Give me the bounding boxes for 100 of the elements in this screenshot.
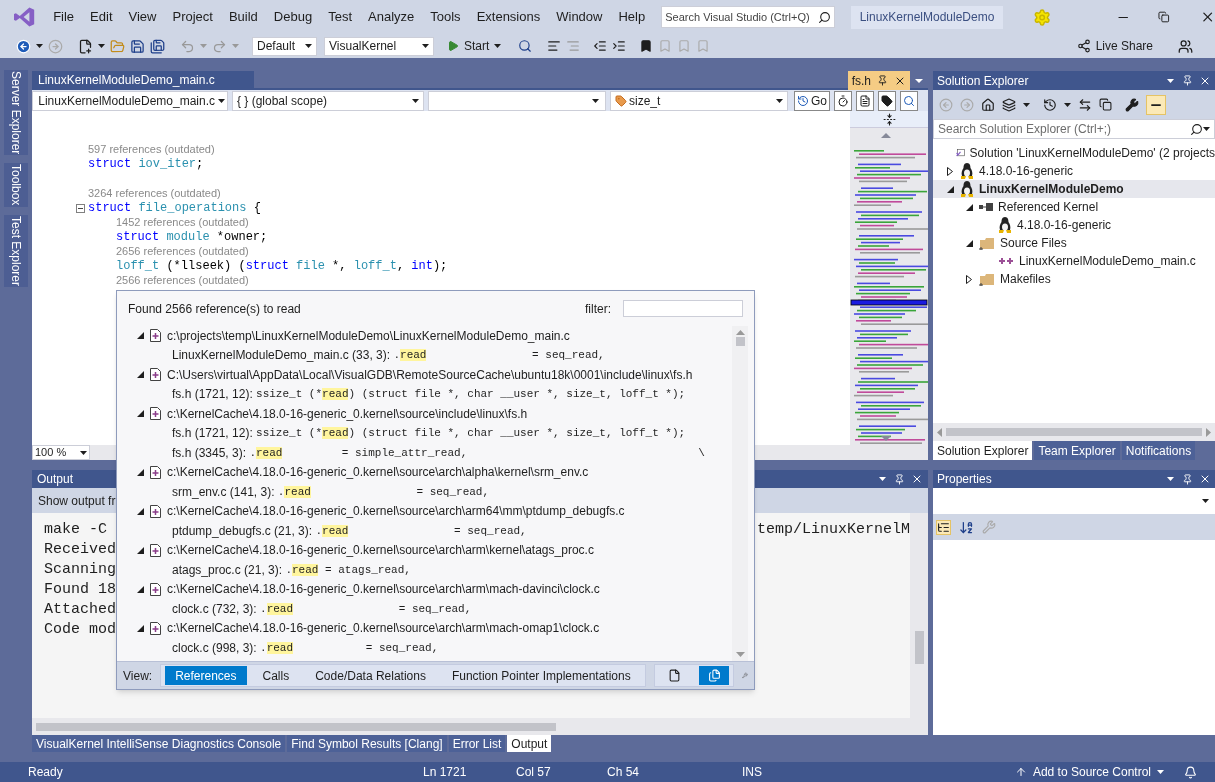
collapse-box-icon[interactable] — [76, 203, 85, 213]
search-field[interactable]: Search Visual Studio (Ctrl+Q) — [661, 6, 835, 28]
expanded-arrow-icon[interactable] — [137, 546, 144, 554]
tree-item[interactable]: 4.18.0-16-generic — [933, 162, 1215, 180]
reference-location[interactable]: ptdump_debugfs.c (21, 3): — [172, 521, 316, 540]
tree-item[interactable]: LinuxKernelModuleDemo — [933, 180, 1215, 198]
tree-item[interactable]: Solution 'LinuxKernelModuleDemo' (2 projects — [933, 144, 1215, 162]
file-path[interactable]: c:\KernelCache\4.18.0-16-generic_0.kernel\source\arch\arm64\mm\ptdump_debugfs.c — [167, 502, 625, 521]
outdent-icon[interactable] — [593, 39, 608, 53]
reference-location[interactable]: fs.h (3345, 3): — [172, 443, 250, 462]
collapsed-arrow-icon[interactable] — [966, 274, 972, 284]
file-path[interactable]: c:\KernelCache\4.18.0-16-generic_0.kernel\source\arch\arm\mach-omap1\clock.c — [167, 619, 600, 638]
zoom-dropdown[interactable]: 100 % — [32, 445, 90, 460]
save-all-icon[interactable] — [150, 38, 165, 54]
reference-count-lens[interactable]: 597 references (outdated) — [88, 141, 215, 158]
document-tab[interactable]: LinuxKernelModuleDemo_main.c — [32, 71, 254, 88]
source-control-button[interactable]: Add to Source Control — [1014, 763, 1164, 781]
reference-location[interactable]: fs.h (1721, 12): — [172, 424, 257, 443]
panel-tab[interactable]: Find Symbol Results [Clang] — [287, 735, 447, 752]
sync-icon[interactable] — [1078, 97, 1092, 112]
file-path[interactable]: c:\projects\temp\LinuxKernelModuleDemo\LinuxKernelModuleDemo_main.c — [167, 326, 570, 345]
go-button[interactable]: Go — [794, 90, 830, 111]
expanded-arrow-icon[interactable] — [137, 332, 144, 340]
view-tab[interactable]: Calls — [252, 666, 300, 685]
restore-icon[interactable] — [1158, 11, 1170, 23]
file-path[interactable]: C:\Users\virtual\AppData\Local\VisualGDB\RemoteSourceCache\ubuntu18k\0001\include\linux\fs.h — [167, 365, 693, 384]
expanded-arrow-icon[interactable] — [965, 239, 973, 247]
reference-location[interactable]: clock.c (998, 3): — [172, 638, 261, 657]
reference-count-lens[interactable]: 2656 references (outdated) — [116, 243, 249, 260]
side-tab[interactable]: Test Explorer — [4, 214, 28, 287]
panel-tab[interactable]: Error List — [448, 735, 506, 752]
reference-location[interactable]: srm_env.c (141, 3): — [172, 482, 278, 501]
save-icon[interactable] — [130, 38, 145, 54]
reference-code[interactable]: ssize_t (*read) (struct file *, char __user *, size_t, loff_t *); — [256, 425, 686, 442]
reference-location[interactable]: fs.h (1721, 12): — [172, 385, 257, 404]
menu-item[interactable]: File — [45, 6, 83, 28]
tag-icon[interactable] — [878, 90, 896, 111]
menu-item[interactable]: Edit — [82, 6, 121, 28]
close-icon[interactable] — [911, 473, 923, 485]
panel-tab[interactable]: Team Explorer — [1034, 441, 1120, 460]
split-icon[interactable] — [882, 112, 896, 126]
search-field[interactable]: Search Solution Explorer (Ctrl+;) — [933, 119, 1215, 139]
vertical-scrollbar[interactable] — [732, 326, 748, 661]
properties-icon[interactable] — [1125, 97, 1139, 112]
vertical-scrollbar[interactable] — [910, 513, 928, 718]
panel-tab[interactable]: Notifications — [1121, 441, 1196, 460]
align-left-icon[interactable] — [547, 39, 562, 53]
expanded-arrow-icon[interactable] — [946, 185, 954, 193]
reference-code[interactable]: .read = seq_read, — [393, 347, 605, 364]
tree-item[interactable]: Source Files — [933, 234, 1215, 252]
account-icon[interactable] — [1178, 38, 1193, 54]
indent-icon[interactable] — [612, 39, 627, 53]
menu-item[interactable]: Tools — [422, 6, 469, 28]
tree-item[interactable]: Makefiles — [933, 270, 1215, 288]
menu-item[interactable]: Test — [320, 6, 360, 28]
tree-item[interactable]: 4.18.0-16-generic — [933, 216, 1215, 234]
panel-tab[interactable]: Output — [507, 735, 552, 752]
menu-item[interactable]: Debug — [265, 6, 321, 28]
reference-code[interactable]: .read = seq_read, — [315, 522, 527, 539]
view-tab[interactable]: Code/Data Relations — [305, 666, 436, 685]
expanded-arrow-icon[interactable] — [965, 203, 973, 211]
bookmark-icon[interactable] — [639, 39, 654, 53]
scroll-thumb[interactable] — [946, 428, 1202, 436]
menu-item[interactable]: Project — [164, 6, 221, 28]
file-dropdown[interactable]: LinuxKernelModuleDemo_main.c — [32, 90, 228, 111]
symbol-dropdown[interactable]: size_t — [610, 90, 788, 111]
home-icon[interactable] — [981, 97, 995, 112]
reference-location[interactable]: atags_proc.c (21, 3): — [172, 560, 286, 579]
file-path[interactable]: c:\KernelCache\4.18.0-16-generic_0.kernel\source\arch\arm\mach-davinci\clock.c — [167, 580, 600, 599]
file-path[interactable]: c:\KernelCache\4.18.0-16-generic_0.kernel\source\arch\alpha\kernel\srm_env.c — [167, 463, 589, 482]
preview-icon[interactable] — [1146, 94, 1166, 115]
horizontal-scrollbar[interactable] — [32, 718, 928, 735]
live-share-button[interactable]: Live Share — [1076, 37, 1153, 55]
collapsed-arrow-icon[interactable] — [947, 166, 953, 176]
search-icon[interactable] — [900, 90, 918, 111]
scroll-thumb[interactable] — [36, 722, 556, 731]
reference-count-lens[interactable]: 1452 references (outdated) — [116, 214, 249, 231]
reference-code[interactable]: .read = simple_attr_read, \ — [249, 444, 705, 461]
multiple-files-button[interactable] — [699, 666, 730, 685]
side-tab[interactable]: Toolbox — [4, 163, 28, 207]
reference-location[interactable]: LinuxKernelModuleDemo_main.c (33, 3): — [172, 346, 394, 365]
categorized-icon[interactable] — [936, 519, 951, 535]
scroll-thumb[interactable] — [914, 631, 924, 664]
expanded-arrow-icon[interactable] — [137, 585, 144, 593]
platform-dropdown[interactable]: VisualKernel — [324, 36, 434, 56]
menu-item[interactable]: Window — [548, 6, 611, 28]
switch-views-icon[interactable] — [1002, 97, 1016, 112]
pending-changes-icon[interactable] — [1043, 97, 1057, 112]
panel-tab[interactable]: Solution Explorer — [933, 441, 1033, 460]
file-path[interactable]: c:\KernelCache\4.18.0-16-generic_0.kernel\source\arch\arm\kernel\atags_proc.c — [167, 541, 594, 560]
menu-item[interactable]: Build — [220, 6, 266, 28]
collapse-all-icon[interactable] — [1099, 98, 1112, 111]
reference-code[interactable]: .read = atags_read, — [285, 561, 411, 578]
expanded-arrow-icon[interactable] — [137, 468, 144, 476]
panel-tab[interactable]: VisualKernel IntelliSense Diagnostics Console — [32, 735, 286, 752]
pin-icon[interactable] — [1182, 473, 1193, 485]
menu-item[interactable]: Extensions — [468, 6, 549, 28]
find-icon[interactable] — [518, 39, 533, 53]
new-file-icon[interactable] — [78, 38, 93, 54]
menu-item[interactable]: Analyze — [360, 6, 423, 28]
